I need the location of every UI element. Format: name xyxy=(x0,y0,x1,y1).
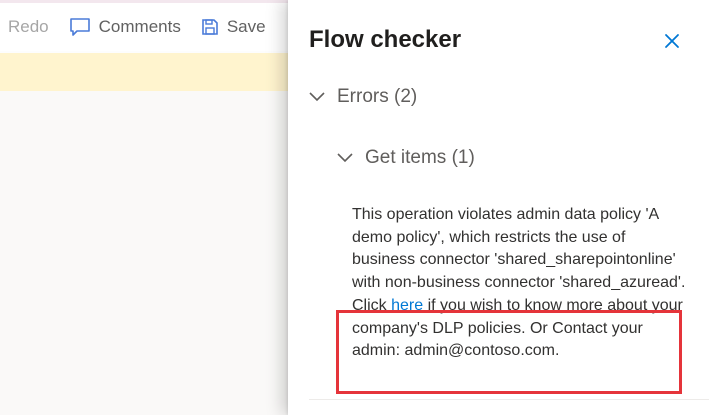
close-button[interactable] xyxy=(662,31,682,51)
save-button[interactable]: Save xyxy=(201,17,266,37)
redo-button[interactable]: Redo xyxy=(8,17,49,37)
flow-checker-panel: Flow checker Errors (2) Get items (1) Th… xyxy=(288,0,709,415)
get-items-label: Get items (1) xyxy=(365,147,475,168)
dlp-policy-link[interactable]: here xyxy=(391,297,423,314)
notification-banner xyxy=(0,53,300,91)
designer-canvas xyxy=(0,91,300,415)
command-bar: Redo Comments Save xyxy=(0,3,300,51)
close-icon xyxy=(665,34,679,48)
divider xyxy=(309,399,709,400)
errors-label: Errors (2) xyxy=(337,86,418,107)
panel-title: Flow checker xyxy=(309,26,462,53)
comments-label: Comments xyxy=(98,17,181,36)
error-message-policy-text: This operation violates admin data polic… xyxy=(352,206,686,292)
error-message: This operation violates admin data polic… xyxy=(352,204,692,363)
chevron-down-icon xyxy=(337,153,353,163)
redo-label: Redo xyxy=(8,17,49,36)
error-message-click-text: Click xyxy=(352,296,387,314)
get-items-section-toggle[interactable]: Get items (1) xyxy=(337,147,475,169)
errors-section-toggle[interactable]: Errors (2) xyxy=(309,86,417,108)
floppy-disk-icon xyxy=(201,18,219,36)
comments-button[interactable]: Comments xyxy=(69,17,181,37)
speech-bubble-icon xyxy=(69,17,91,37)
chevron-down-icon xyxy=(309,92,325,102)
save-label: Save xyxy=(226,17,266,36)
